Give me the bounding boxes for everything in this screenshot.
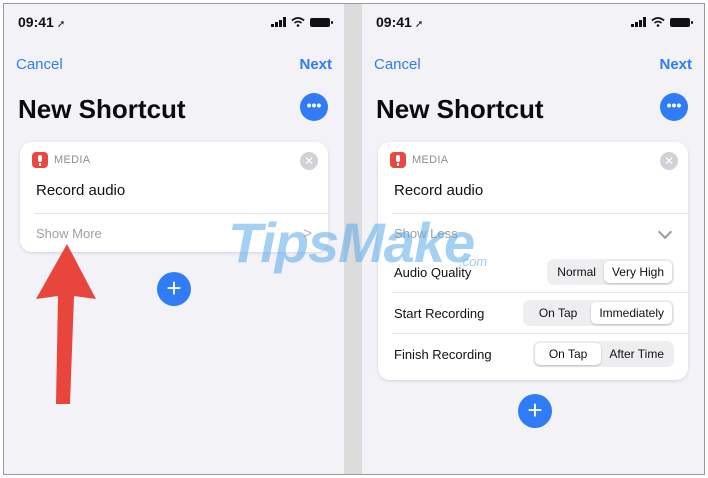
location-icon: ➚	[56, 19, 66, 30]
microphone-icon	[32, 152, 48, 168]
next-button[interactable]: Next	[299, 56, 332, 73]
battery-icon	[310, 17, 333, 27]
cellular-signal-icon	[271, 17, 286, 27]
remove-action-icon[interactable]: ✕	[300, 152, 318, 170]
screenshot-frame: 09:41 ➚ Cancel Next New Shortcut ••• MEDI…	[3, 3, 705, 475]
segment-normal[interactable]: Normal	[549, 261, 604, 283]
add-action-button[interactable]: +	[157, 272, 191, 306]
wifi-icon	[651, 17, 665, 27]
battery-icon	[670, 17, 693, 27]
param-row-finish-recording: Finish Recording On Tap After Time	[378, 334, 688, 374]
annotation-arrow-icon	[36, 244, 96, 404]
status-bar: 09:41 ➚	[4, 14, 344, 34]
status-bar: 09:41 ➚	[362, 14, 704, 34]
segment-after-time[interactable]: After Time	[601, 343, 672, 365]
wifi-icon	[291, 17, 305, 27]
segment-very-high[interactable]: Very High	[603, 261, 672, 283]
watermark-logo: TipsMake	[228, 211, 475, 274]
page-title: New Shortcut	[376, 94, 544, 124]
more-options-button[interactable]: •••	[300, 93, 328, 121]
start-recording-segmented-control: On Tap Immediately	[522, 300, 674, 326]
microphone-icon	[390, 152, 406, 168]
param-label: Finish Recording	[394, 347, 492, 362]
cancel-button[interactable]: Cancel	[374, 56, 421, 73]
action-name: Record audio	[36, 182, 126, 199]
add-action-button[interactable]: +	[518, 394, 552, 428]
param-label: Start Recording	[394, 306, 485, 321]
more-options-button[interactable]: •••	[660, 93, 688, 121]
next-button[interactable]: Next	[659, 56, 692, 73]
remove-action-icon[interactable]: ✕	[660, 152, 678, 170]
chevron-down-icon	[657, 224, 673, 240]
segment-on-tap[interactable]: On Tap	[525, 302, 591, 324]
status-time: 09:41 ➚	[376, 14, 424, 30]
location-icon: ➚	[414, 19, 424, 30]
status-time: 09:41 ➚	[18, 14, 66, 30]
cellular-signal-icon	[631, 17, 646, 27]
finish-recording-segmented-control: On Tap After Time	[532, 341, 674, 367]
audio-quality-segmented-control: Normal Very High	[547, 259, 674, 285]
segment-immediately[interactable]: Immediately	[591, 302, 672, 324]
show-more-label: Show More	[36, 226, 102, 241]
action-category: MEDIA	[412, 154, 449, 166]
segment-on-tap[interactable]: On Tap	[534, 343, 602, 365]
cancel-button[interactable]: Cancel	[16, 56, 63, 73]
param-row-start-recording: Start Recording On Tap Immediately	[378, 293, 688, 333]
page-title: New Shortcut	[18, 94, 186, 124]
watermark-suffix: .com	[459, 254, 488, 269]
action-category: MEDIA	[54, 154, 91, 166]
action-name: Record audio	[394, 182, 484, 199]
